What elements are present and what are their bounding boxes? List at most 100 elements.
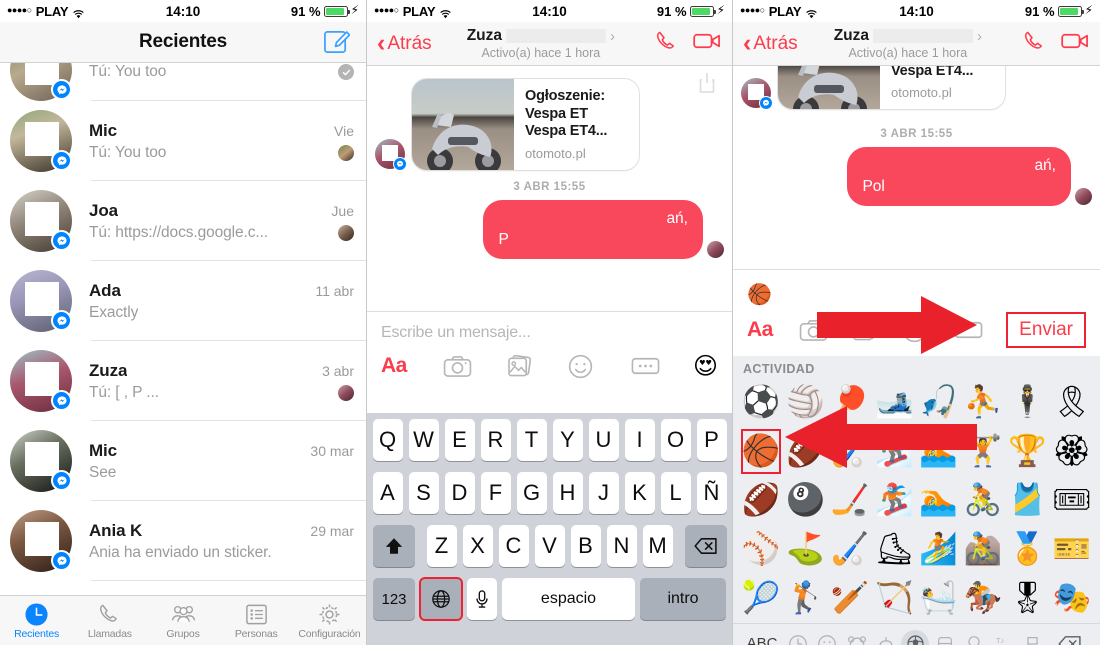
heart-eyes-emoji[interactable]: 😍 (693, 352, 718, 380)
list-item[interactable]: Tú: You too (0, 63, 366, 101)
emoji-cell[interactable]: 🏆 (1005, 427, 1049, 476)
key-F[interactable]: F (480, 472, 511, 514)
key-Z[interactable]: Z (426, 525, 457, 567)
emoji-cell[interactable]: 🏑 (828, 427, 872, 476)
emoji-cell[interactable]: 🎗 (1050, 378, 1094, 427)
key-G[interactable]: G (516, 472, 547, 514)
key-N[interactable]: N (606, 525, 637, 567)
back-button[interactable]: ‹ Atrás (377, 30, 432, 55)
key-K[interactable]: K (624, 472, 655, 514)
emoji-cell[interactable]: 🏄 (917, 525, 961, 574)
video-camera-icon[interactable] (693, 31, 722, 56)
globe-icon[interactable] (419, 577, 463, 621)
emoji-cell[interactable]: 🏏 (828, 574, 872, 623)
sports-icon[interactable] (901, 629, 930, 645)
emoji-cell[interactable]: 🏂 (872, 476, 916, 525)
message-bubble[interactable]: ań, Pol (847, 147, 1071, 207)
emoji-cell[interactable]: ⛸ (872, 525, 916, 574)
key-U[interactable]: U (588, 419, 619, 461)
key-P[interactable]: P (696, 419, 727, 461)
emoji-cell[interactable]: 🏈 (783, 427, 827, 476)
key-H[interactable]: H (552, 472, 583, 514)
emoji-grid[interactable]: ⚽ 🏐 🏓 🎿 🎣 ⛹ 🕴 🎗 🏀 🏈 🏑 🏂 🏊 🏋 🏆 🏵 🏈 🎱 🏒 🏂 … (733, 378, 1100, 623)
emoji-cell[interactable]: 🏊 (917, 427, 961, 476)
symbols-icon[interactable]: T♪&% (989, 630, 1018, 645)
bottom-tab-bar[interactable]: Recientes Llamadas Grupos Personas Confi… (0, 595, 366, 645)
key-J[interactable]: J (588, 472, 619, 514)
key-I[interactable]: I (624, 419, 655, 461)
tab-personas[interactable]: Personas (220, 601, 293, 640)
abc-button[interactable]: ABC (741, 635, 783, 645)
emoji-cell[interactable]: 🕴 (1005, 378, 1049, 427)
key-enter[interactable]: intro (640, 578, 726, 620)
link-preview-card[interactable]: Vespa ET Vespa ET4... otomoto.pl (777, 66, 1006, 111)
food-icon[interactable] (871, 630, 900, 645)
key-enye[interactable]: Ñ (696, 472, 727, 514)
key-C[interactable]: C (498, 525, 529, 567)
contact-header[interactable]: Zuza › Activo(a) hace 1 hora (798, 27, 1018, 60)
emoji-cell[interactable]: 🏑 (828, 525, 872, 574)
tab-llamadas[interactable]: Llamadas (73, 601, 146, 640)
emoji-cell[interactable]: 🏂 (872, 427, 916, 476)
emoji-cell[interactable]: 🏐 (783, 378, 827, 427)
emoji-cell[interactable]: 🎖 (1005, 574, 1049, 623)
emoji-cell[interactable]: 🎾 (739, 574, 783, 623)
key-V[interactable]: V (534, 525, 565, 567)
gallery-icon[interactable] (506, 354, 568, 378)
link-preview-card[interactable]: Ogłoszenie: Vespa ET Vespa ET4... otomot… (411, 78, 640, 172)
emoji-category-bar[interactable]: ABC T♪&% (733, 623, 1100, 645)
emoji-cell[interactable]: 🎫 (1050, 525, 1094, 574)
emoji-cell[interactable]: 🏹 (872, 574, 916, 623)
key-space[interactable]: espacio (502, 578, 635, 620)
emoji-cell[interactable]: 🏈 (739, 476, 783, 525)
list-item[interactable]: Ania K 29 mar Ania ha enviado un sticker… (0, 501, 366, 581)
message-input[interactable]: 🏀 (747, 279, 1086, 312)
animal-icon[interactable] (842, 630, 871, 645)
backspace-icon[interactable] (684, 525, 727, 567)
list-item[interactable]: Joa Jue Tú: https://docs.google.c... (0, 181, 366, 261)
emoji-cell[interactable]: 🎣 (917, 378, 961, 427)
travel-icon[interactable] (930, 630, 959, 645)
key-S[interactable]: S (408, 472, 439, 514)
camera-icon[interactable] (443, 355, 505, 378)
list-item[interactable]: Mic Vie Tú: You too (0, 101, 366, 181)
emoji-cell[interactable]: 🎿 (872, 378, 916, 427)
smiley-icon[interactable] (812, 630, 841, 645)
key-Y[interactable]: Y (552, 419, 583, 461)
emoji-cell[interactable]: 🎭 (1050, 574, 1094, 623)
clock-icon[interactable] (783, 630, 812, 645)
bulb-icon[interactable] (960, 630, 989, 645)
message-bubble[interactable]: ań, P (483, 200, 703, 259)
send-button[interactable]: Enviar (1006, 312, 1086, 348)
key-T[interactable]: T (516, 419, 547, 461)
emoji-cell[interactable]: 🏋 (961, 427, 1005, 476)
phone-icon[interactable] (1022, 29, 1047, 59)
backspace-icon[interactable] (1048, 635, 1092, 645)
emoji-cell[interactable]: ⚽ (739, 378, 783, 427)
emoji-cell[interactable]: 🎟 (1050, 476, 1094, 525)
smiley-icon[interactable] (568, 354, 630, 379)
emoji-cell-basketball[interactable]: 🏀 (739, 427, 783, 476)
contact-header[interactable]: Zuza › Activo(a) hace 1 hora (432, 27, 650, 60)
message-input[interactable]: Escribe un mensaje... (381, 321, 718, 352)
back-button[interactable]: ‹ Atrás (743, 30, 798, 55)
key-W[interactable]: W (408, 419, 439, 461)
list-item[interactable]: Mic 30 mar See (0, 421, 366, 501)
flag-icon[interactable] (1019, 630, 1048, 645)
shift-up-icon[interactable] (372, 525, 415, 567)
more-icon[interactable] (631, 356, 693, 376)
compose-icon[interactable] (323, 28, 351, 55)
list-item[interactable]: Zuza 3 abr Tú: [ , P ... (0, 341, 366, 421)
emoji-cell[interactable]: 🏇 (961, 574, 1005, 623)
key-B[interactable]: B (570, 525, 601, 567)
list-item[interactable]: Ada 11 abr Exactly (0, 261, 366, 341)
tab-grupos[interactable]: Grupos (146, 601, 219, 640)
video-camera-icon[interactable] (1061, 31, 1090, 56)
emoji-cell[interactable]: 🏓 (828, 378, 872, 427)
emoji-cell[interactable]: ⛹ (961, 378, 1005, 427)
camera-icon[interactable] (799, 319, 851, 342)
key-Q[interactable]: Q (372, 419, 403, 461)
virtual-keyboard[interactable]: Q W E R T Y U I O P A S D F G H J K L Ñ … (367, 413, 732, 645)
emoji-picker[interactable]: ACTIVIDAD ⚽ 🏐 🏓 🎿 🎣 ⛹ 🕴 🎗 🏀 🏈 🏑 🏂 🏊 🏋 🏆 … (733, 356, 1100, 645)
gallery-icon[interactable] (851, 318, 903, 342)
